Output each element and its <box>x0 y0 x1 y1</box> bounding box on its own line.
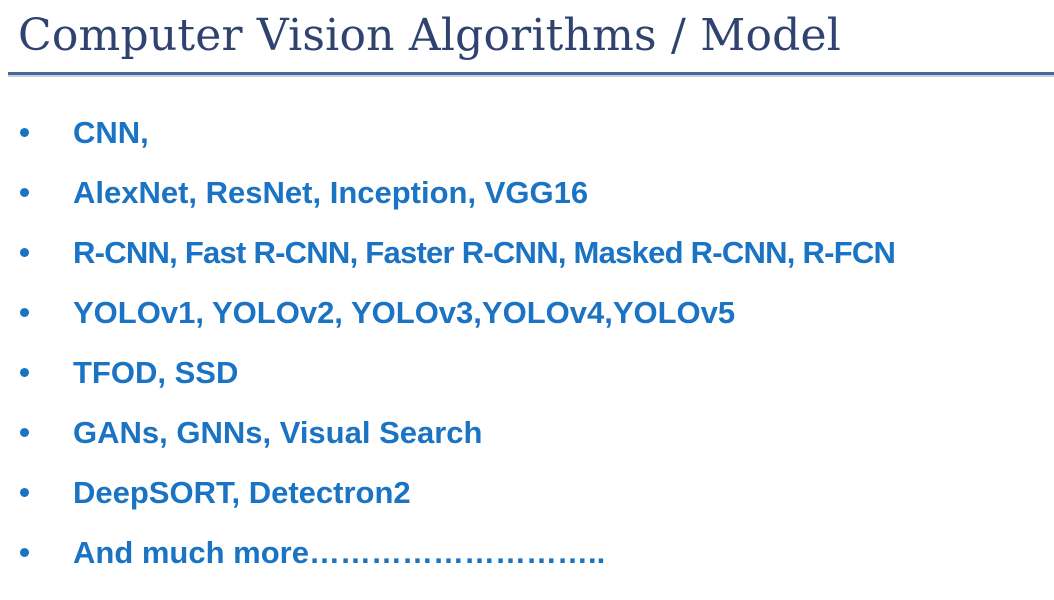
bullet-text: R-CNN, Fast R-CNN, Faster R-CNN, Masked … <box>73 235 896 270</box>
bullet-text: AlexNet, ResNet, Inception, VGG16 <box>73 175 589 210</box>
bullet-text: And much more……………………….. <box>73 535 606 570</box>
bullet-item-cnn: CNN, <box>0 104 1054 164</box>
bullet-marker-icon <box>20 188 29 197</box>
bullet-item-tfod-ssd: TFOD, SSD <box>0 344 1054 404</box>
bullet-list: CNN, AlexNet, ResNet, Inception, VGG16 R… <box>0 104 1054 584</box>
bullet-item-and-more: And much more……………………….. <box>0 524 1054 584</box>
bullet-marker-icon <box>20 128 29 137</box>
bullet-text: GANs, GNNs, Visual Search <box>73 415 483 450</box>
bullet-text: YOLOv1, YOLOv2, YOLOv3,YOLOv4,YOLOv5 <box>73 295 736 330</box>
bullet-item-yolo-family: YOLOv1, YOLOv2, YOLOv3,YOLOv4,YOLOv5 <box>0 284 1054 344</box>
bullet-item-classification-nets: AlexNet, ResNet, Inception, VGG16 <box>0 164 1054 224</box>
bullet-marker-icon <box>20 548 29 557</box>
bullet-marker-icon <box>20 428 29 437</box>
bullet-marker-icon <box>20 368 29 377</box>
bullet-marker-icon <box>20 488 29 497</box>
bullet-item-gans-gnns: GANs, GNNs, Visual Search <box>0 404 1054 464</box>
bullet-item-rcnn-family: R-CNN, Fast R-CNN, Faster R-CNN, Masked … <box>0 224 1054 284</box>
bullet-item-tracking-detection: DeepSORT, Detectron2 <box>0 464 1054 524</box>
slide: Computer Vision Algorithms / Model CNN, … <box>0 0 1054 600</box>
bullet-text: CNN, <box>73 115 149 150</box>
slide-title: Computer Vision Algorithms / Model <box>18 10 842 61</box>
bullet-marker-icon <box>20 308 29 317</box>
bullet-text: DeepSORT, Detectron2 <box>73 475 411 510</box>
title-divider-shadow <box>8 75 1054 77</box>
bullet-marker-icon <box>20 248 29 257</box>
bullet-text: TFOD, SSD <box>73 355 239 390</box>
